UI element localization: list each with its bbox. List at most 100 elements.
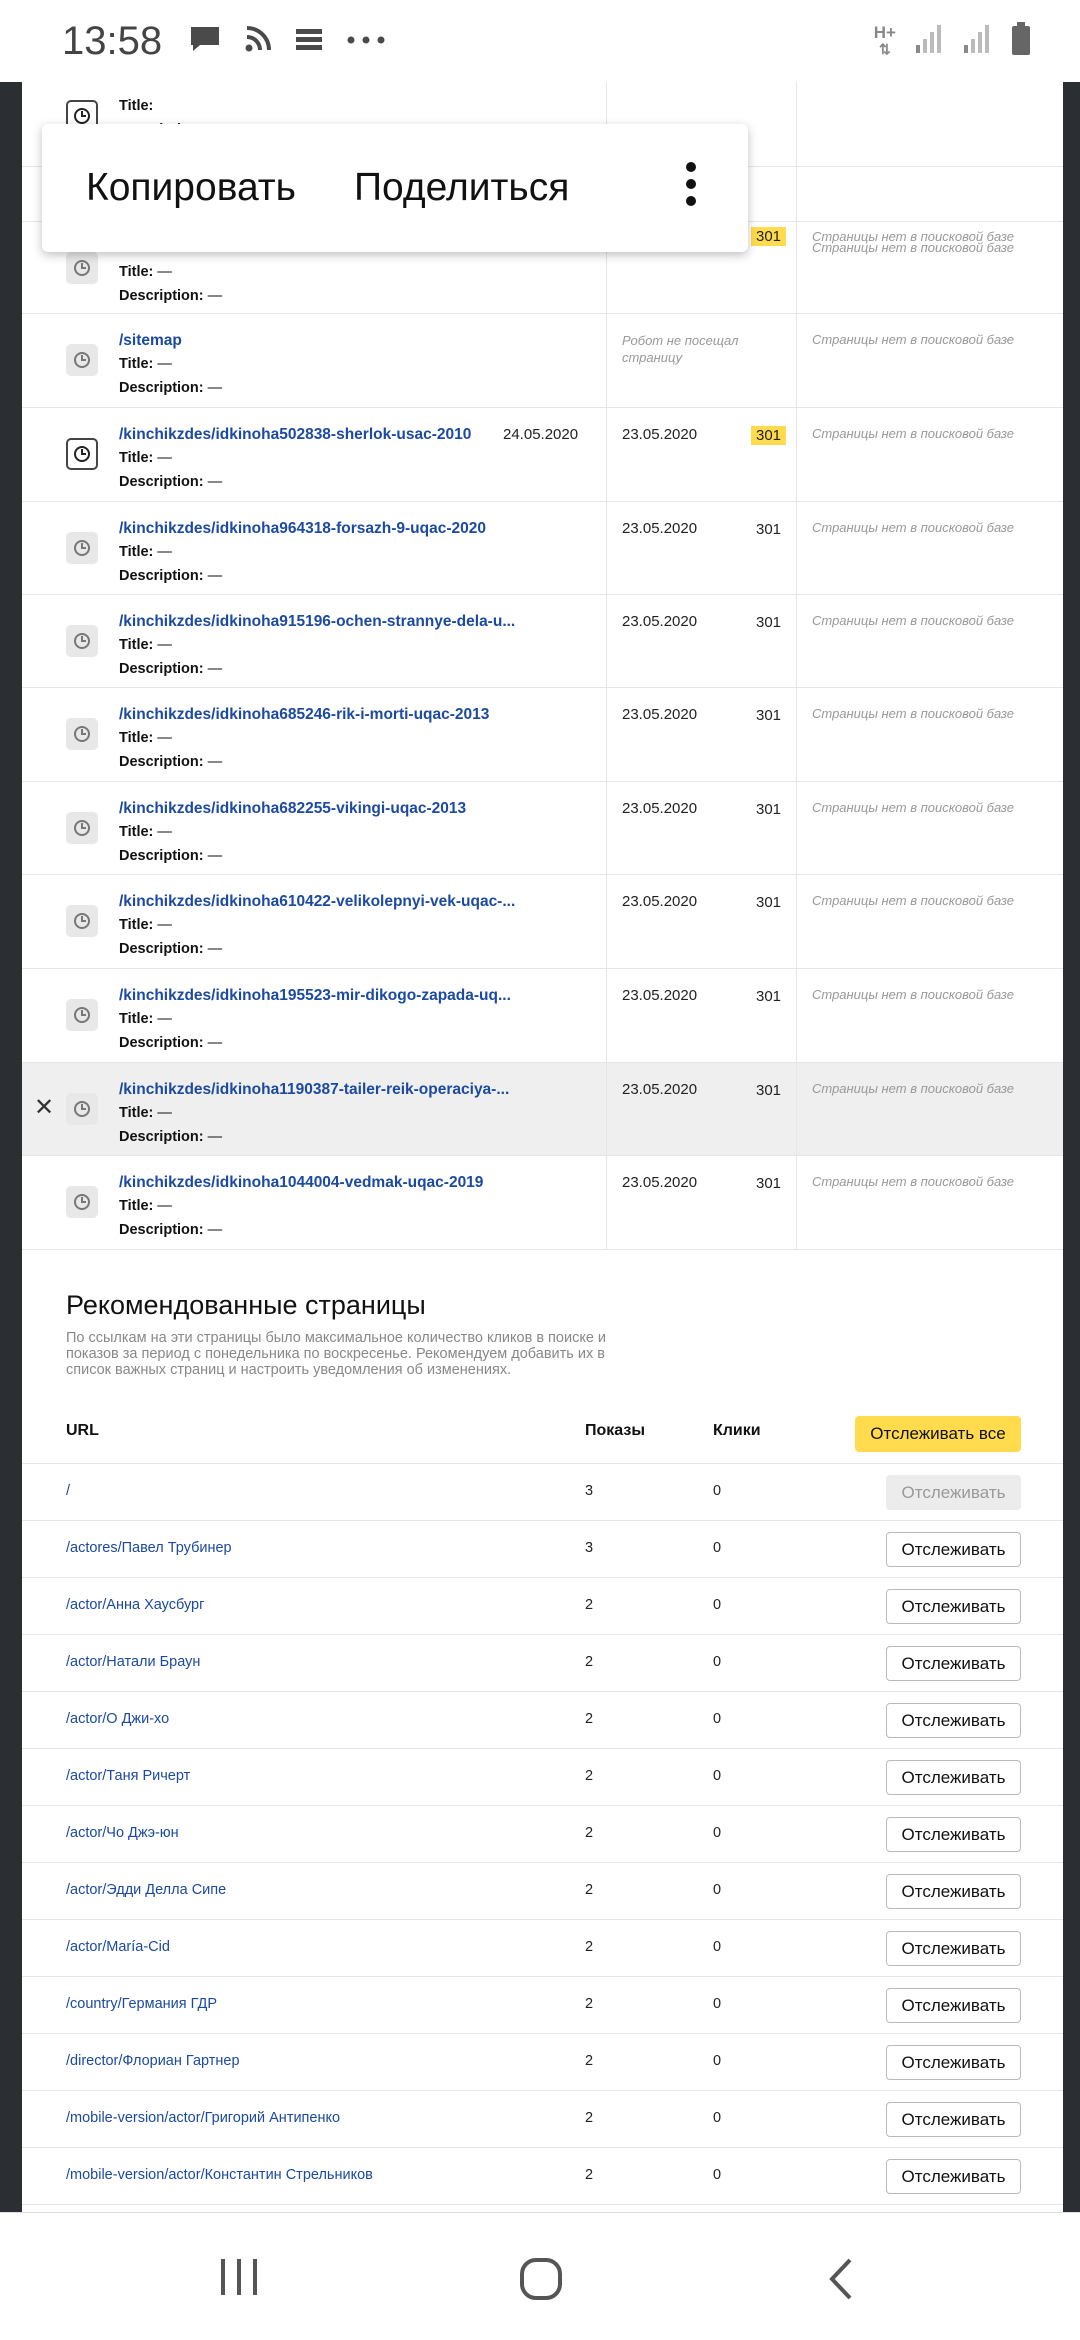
recent-apps-icon[interactable] — [218, 2257, 260, 2302]
clicks-value: 0 — [713, 1939, 722, 1955]
track-button[interactable]: Отслеживать — [886, 1988, 1021, 2023]
recommended-url-link[interactable]: /country/Германия ГДР — [66, 1996, 217, 2012]
clicks-value: 0 — [713, 1597, 722, 1613]
shows-value: 2 — [585, 2167, 594, 2183]
table-row: /mobile-version/actor/Константин Стрельн… — [22, 2148, 1063, 2205]
status-code: 301 — [751, 426, 786, 445]
col-shows: Показы — [585, 1422, 645, 1439]
date-crawled: 24.05.2020 — [503, 426, 579, 443]
history-icon[interactable] — [66, 252, 98, 284]
index-status: Страницы нет в поисковой базе — [812, 800, 1015, 815]
track-button[interactable]: Отслеживать — [886, 2102, 1021, 2137]
recommended-url-link[interactable]: /mobile-version/actor/Константин Стрельн… — [66, 2167, 373, 2183]
page-url-link[interactable]: /kinchikzdes/idkinoha195523-mir-dikogo-z… — [119, 987, 511, 1005]
track-button[interactable]: Отслеживать — [886, 1475, 1021, 1510]
more-options-icon[interactable] — [686, 162, 696, 206]
recommended-url-link[interactable]: /actor/María-Cid — [66, 1939, 170, 1955]
track-button[interactable]: Отслеживать — [886, 1874, 1021, 1909]
network-type-icon: H+ ⇅ — [873, 23, 896, 57]
table-row: ✕ /kinchikzdes/idkinoha1190387-tailer-rei… — [22, 1063, 1063, 1156]
home-icon[interactable] — [518, 2257, 564, 2306]
close-icon[interactable]: ✕ — [34, 1093, 54, 1122]
shows-value: 2 — [585, 1996, 594, 2012]
page-url-link[interactable]: /kinchikzdes/idkinoha685246-rik-i-morti-… — [119, 706, 489, 724]
clicks-value: 0 — [713, 2053, 722, 2069]
context-menu: Копировать Поделиться — [42, 124, 748, 252]
history-icon[interactable] — [66, 718, 98, 750]
track-button[interactable]: Отслеживать — [886, 1931, 1021, 1966]
description-field: Description: — — [119, 1035, 223, 1051]
recommended-url-link[interactable]: /actor/Эдди Делла Сипе — [66, 1882, 226, 1898]
shows-value: 2 — [585, 1654, 594, 1670]
title-field: Title: — — [119, 917, 172, 933]
recommended-url-link[interactable]: /director/Флориан Гартнер — [66, 2053, 240, 2069]
clicks-value: 0 — [713, 1654, 722, 1670]
recommended-url-link[interactable]: / — [66, 1483, 70, 1499]
page-url-link[interactable]: /kinchikzdes/idkinoha1044004-vedmak-uqac… — [119, 1174, 483, 1192]
description-field: Description: — — [119, 848, 223, 864]
track-button[interactable]: Отслеживать — [886, 1760, 1021, 1795]
table-row: /sitemap Title: — Description: — Робот не п… — [22, 314, 1063, 408]
description-field: Description: — — [119, 1129, 223, 1145]
recommended-url-link[interactable]: /mobile-version/actor/Григорий Антипенко — [66, 2110, 340, 2126]
clicks-value: 0 — [713, 2110, 722, 2126]
history-icon[interactable] — [66, 344, 98, 376]
title-field: Title: — — [119, 1011, 172, 1027]
page-url-link[interactable]: /kinchikzdes/idkinoha502838-sherlok-usac… — [119, 426, 471, 444]
recommended-url-link[interactable]: /actor/О Джи-хо — [66, 1711, 169, 1727]
track-button[interactable]: Отслеживать — [886, 2045, 1021, 2080]
track-all-button[interactable]: Отслеживать все — [855, 1416, 1021, 1452]
recommended-url-link[interactable]: /actores/Павел Трубинер — [66, 1540, 232, 1556]
table-row: /actor/Анна Хаусбург 2 0 Отслеживать — [22, 1578, 1063, 1635]
track-button[interactable]: Отслеживать — [886, 1703, 1021, 1738]
page-url-link[interactable]: /kinchikzdes/idkinoha964318-forsazh-9-uq… — [119, 520, 486, 538]
copy-button[interactable]: Копировать — [86, 166, 296, 210]
page-url-link[interactable]: /kinchikzdes/idkinoha610422-velikolepnyi… — [119, 893, 515, 911]
table-row: /kinchikzdes/idkinoha610422-velikolepnyi… — [22, 875, 1063, 969]
page-url-link[interactable]: /kinchikzdes/idkinoha682255-vikingi-uqac… — [119, 800, 466, 818]
status-bar: 13:58 H+ ⇅ — [0, 0, 1080, 82]
table-row: /kinchikzdes/idkinoha1044004-vedmak-uqac… — [22, 1156, 1063, 1250]
title-field: Title: — — [119, 356, 172, 372]
index-status: Страницы нет в поисковой базе — [812, 987, 1015, 1002]
col-url: URL — [66, 1422, 99, 1439]
history-icon[interactable] — [66, 812, 98, 844]
table-row: /actor/Натали Браун 2 0 Отслеживать — [22, 1635, 1063, 1692]
clock-time: 13:58 — [62, 18, 163, 63]
recommended-url-link[interactable]: /actor/Таня Ричерт — [66, 1768, 190, 1784]
recommended-url-link[interactable]: /actor/Анна Хаусбург — [66, 1597, 204, 1613]
index-status: Страницы нет в поисковой базе — [812, 426, 1015, 441]
shows-value: 2 — [585, 2110, 594, 2126]
track-button[interactable]: Отслеживать — [886, 1589, 1021, 1624]
clicks-value: 0 — [713, 2167, 722, 2183]
page-url-link[interactable]: /sitemap — [119, 332, 182, 350]
history-icon[interactable] — [66, 625, 98, 657]
date-changed: 23.05.2020 — [622, 800, 698, 817]
robot-note: Робот не посещал страницу — [622, 333, 739, 365]
track-button[interactable]: Отслеживать — [886, 1646, 1021, 1681]
title-field: Title: — — [119, 637, 172, 653]
history-icon[interactable] — [66, 999, 98, 1031]
section-description: По ссылкам на эти страницы было максимал… — [66, 1330, 607, 1378]
history-icon[interactable] — [66, 1186, 98, 1218]
recommended-url-link[interactable]: /actor/Натали Браун — [66, 1654, 200, 1670]
track-button[interactable]: Отслеживать — [886, 2159, 1021, 2194]
share-button[interactable]: Поделиться — [354, 166, 569, 210]
page-url-link[interactable]: /kinchikzdes/idkinoha1190387-tailer-reik… — [119, 1081, 509, 1099]
description-field: Description: — — [119, 754, 223, 770]
page-url-link[interactable]: /kinchikzdes/idkinoha915196-ochen-strann… — [119, 613, 515, 631]
table-row: /actor/Чо Джэ-юн 2 0 Отслеживать — [22, 1806, 1063, 1863]
recommended-url-link[interactable]: /actor/Чо Джэ-юн — [66, 1825, 179, 1841]
history-icon[interactable] — [66, 1093, 98, 1125]
back-icon[interactable] — [826, 2257, 856, 2306]
history-icon[interactable] — [66, 438, 98, 470]
track-button[interactable]: Отслеживать — [886, 1817, 1021, 1852]
history-icon[interactable] — [66, 905, 98, 937]
shows-value: 2 — [585, 1939, 594, 1955]
col-clicks: Клики — [713, 1422, 761, 1439]
track-button[interactable]: Отслеживать — [886, 1532, 1021, 1567]
index-status: Страницы нет в поисковой базе — [812, 893, 1015, 908]
table-row: /actores/Павел Трубинер 3 0 Отслеживать — [22, 1521, 1063, 1578]
history-icon[interactable] — [66, 532, 98, 564]
shows-value: 2 — [585, 1597, 594, 1613]
